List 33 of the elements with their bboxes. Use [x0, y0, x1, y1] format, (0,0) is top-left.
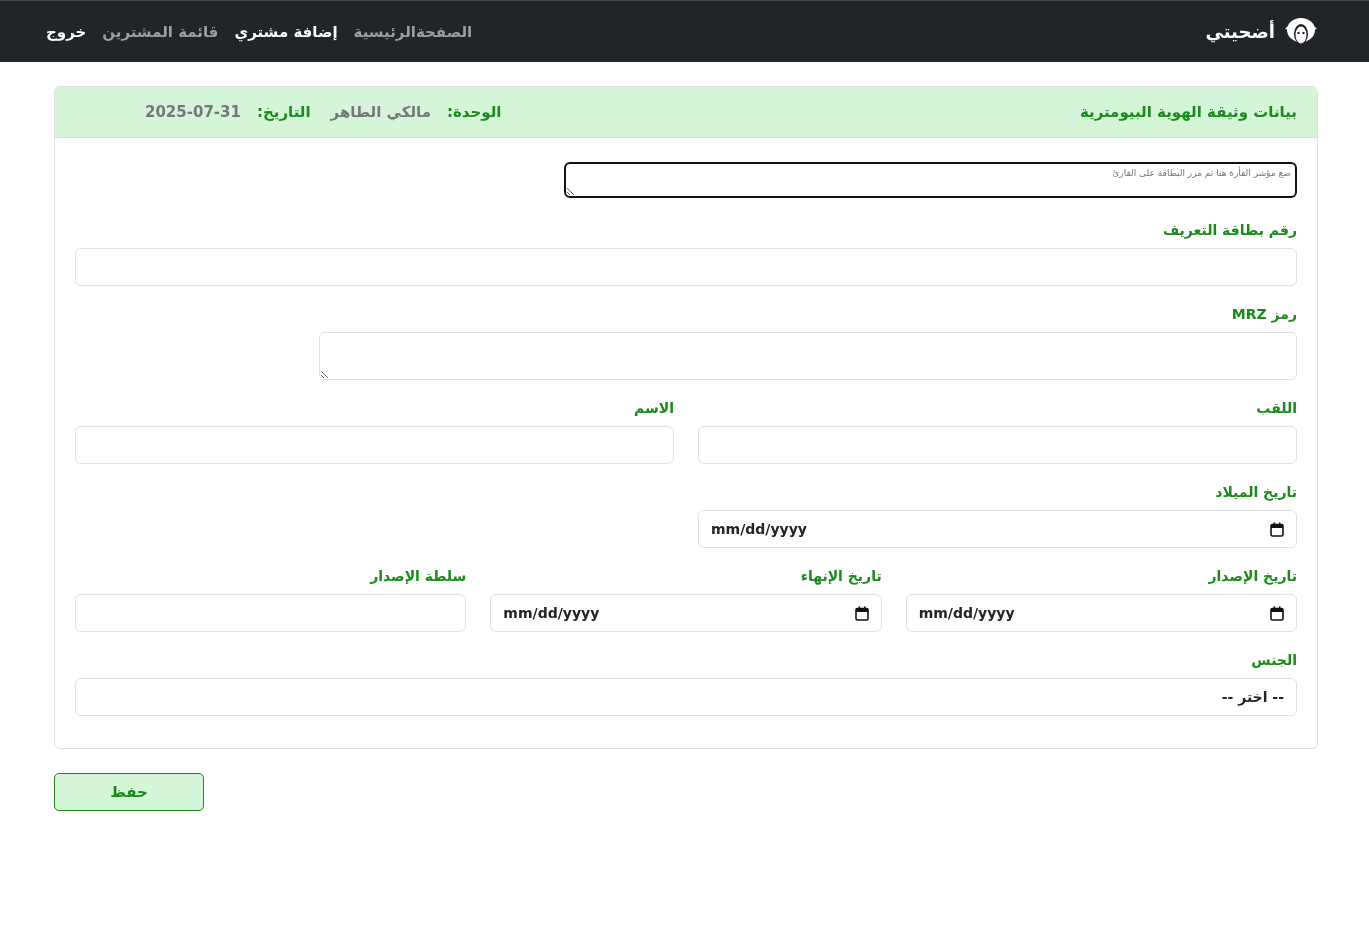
- calendar-icon[interactable]: [854, 605, 869, 621]
- card-reader-field[interactable]: ضع مؤشر الفأرة هنا ثم مرر البطاقة على القارئ: [563, 162, 1297, 198]
- date-value: 2025-07-31: [145, 103, 241, 121]
- input-field[interactable]: [75, 248, 1297, 286]
- text-area[interactable]: [319, 332, 1297, 380]
- save-button[interactable]: حفظ: [54, 773, 204, 811]
- nav-link[interactable]: قائمة المشترين: [102, 22, 219, 41]
- brand-name[interactable]: أضحيتي: [1205, 21, 1275, 42]
- logout-link[interactable]: خروج: [46, 22, 87, 41]
- unit-label: الوحدة:: [447, 103, 502, 121]
- select-field[interactable]: -- اختر --: [75, 678, 1297, 716]
- date-label: التاريخ:: [256, 103, 311, 121]
- input-field[interactable]: [75, 594, 467, 632]
- field-label: تاريخ الإنهاء: [799, 568, 882, 584]
- field-label: سلطة الإصدار: [368, 568, 467, 584]
- field-label: اللقب: [1255, 400, 1297, 416]
- unit-value: مالكي الطاهر: [330, 103, 431, 121]
- card-title: بيانات وثيقة الهوية البيومترية: [1079, 103, 1297, 121]
- input-field[interactable]: [698, 426, 1297, 464]
- field-label: رقم بطاقة التعريف: [1161, 222, 1297, 238]
- field-label: الاسم: [633, 400, 674, 416]
- date-field[interactable]: mm/dd/yyyy: [905, 594, 1297, 632]
- date-field[interactable]: mm/dd/yyyy: [698, 510, 1297, 548]
- input-field[interactable]: [75, 426, 674, 464]
- field-label: الجنس: [1250, 652, 1297, 668]
- nav-link[interactable]: إضافة مشتري: [234, 22, 338, 41]
- field-label: تاريخ الميلاد: [1214, 484, 1297, 500]
- date-field[interactable]: mm/dd/yyyy: [490, 594, 882, 632]
- nav-link[interactable]: الصفحةالرئيسية: [353, 22, 473, 41]
- field-label: تاريخ الإصدار: [1207, 568, 1297, 584]
- calendar-icon[interactable]: [1270, 521, 1284, 537]
- calendar-icon[interactable]: [1270, 605, 1284, 621]
- field-label: رمز MRZ: [1230, 306, 1297, 322]
